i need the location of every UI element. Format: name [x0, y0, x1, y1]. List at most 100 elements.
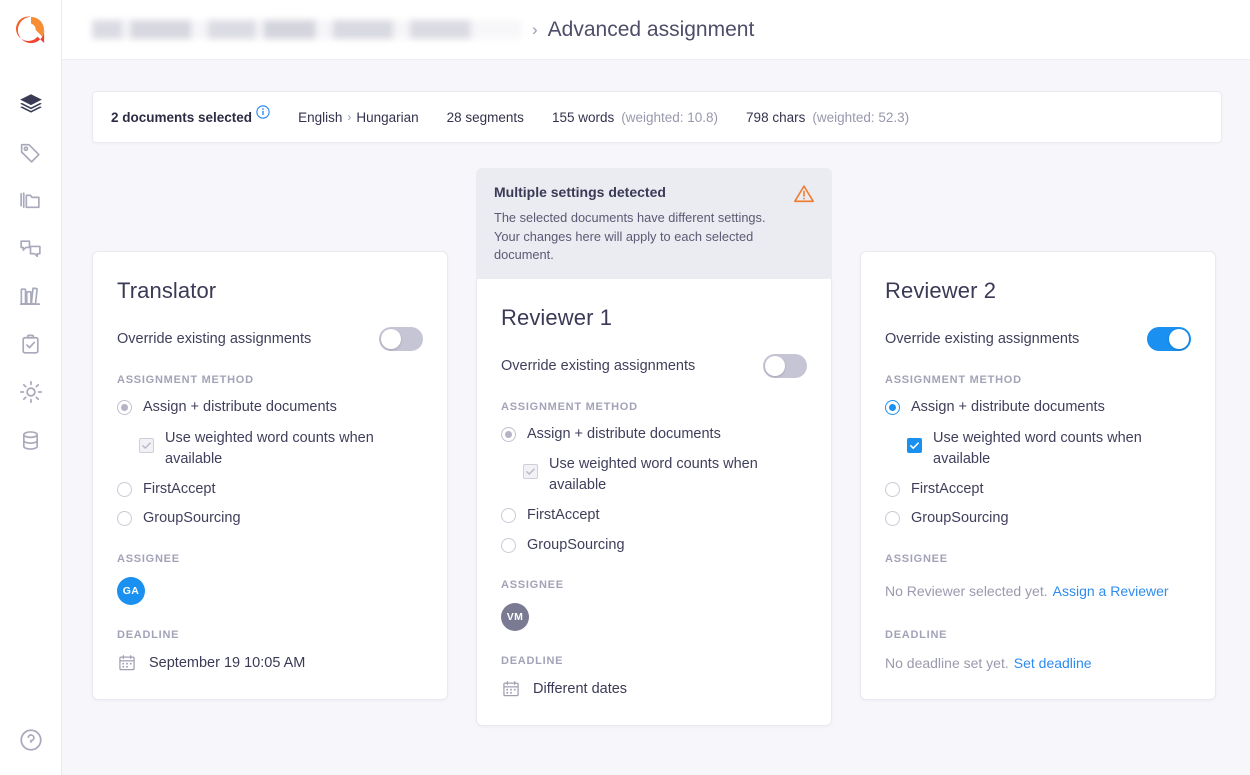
override-toggle[interactable]: [1147, 327, 1191, 351]
radio-first-accept[interactable]: FirstAccept: [117, 480, 423, 500]
assignee-avatar[interactable]: GA: [117, 577, 145, 605]
checkbox-label: Use weighted word counts when available: [549, 454, 764, 496]
sidebar-item-library[interactable]: [0, 272, 62, 320]
column-reviewer-2: Reviewer 2 Override existing assignments…: [860, 251, 1216, 700]
radio-assign-distribute[interactable]: Assign + distribute documents: [501, 425, 807, 445]
app-logo[interactable]: [0, 0, 62, 60]
chat-bubbles-icon: [18, 236, 43, 261]
override-row: Override existing assignments: [117, 324, 423, 354]
checkbox-weighted-counts[interactable]: Use weighted word counts when available: [907, 428, 1191, 470]
radio-indicator: [501, 508, 516, 523]
radio-label: FirstAccept: [527, 506, 600, 526]
assignee-label: ASSIGNEE: [885, 553, 1191, 565]
info-circle-icon[interactable]: [256, 105, 270, 119]
column-translator: Translator Override existing assignments…: [92, 251, 448, 700]
memoq-swirl-logo-icon: [16, 15, 46, 45]
top-bar: › Advanced assignment: [62, 0, 1250, 60]
radio-assign-distribute[interactable]: Assign + distribute documents: [117, 398, 423, 418]
checkbox-weighted-counts[interactable]: Use weighted word counts when available: [523, 454, 807, 496]
sidebar-item-layers[interactable]: [0, 80, 62, 128]
toggle-knob: [1169, 329, 1189, 349]
card-reviewer-1: Reviewer 1 Override existing assignments…: [476, 279, 832, 727]
warning-triangle-glyph: [793, 183, 815, 205]
column-reviewer-1: Multiple settings detected The selected …: [476, 168, 832, 726]
warning-body: The selected documents have different se…: [494, 209, 772, 265]
language-arrow: ›: [342, 110, 356, 124]
override-label: Override existing assignments: [501, 358, 695, 374]
deadline-value: Different dates: [533, 681, 627, 697]
radio-group-sourcing[interactable]: GroupSourcing: [885, 509, 1191, 529]
sidebar-item-chat[interactable]: [0, 224, 62, 272]
calendar-icon: [117, 653, 137, 673]
warning-title: Multiple settings detected: [494, 184, 814, 200]
sidebar-item-database[interactable]: [0, 416, 62, 464]
check-icon: [909, 440, 920, 451]
checkbox-indicator: [907, 438, 922, 453]
radio-indicator: [885, 511, 900, 526]
assign-reviewer-link[interactable]: Assign a Reviewer: [1053, 583, 1169, 599]
assignment-method-label: ASSIGNMENT METHOD: [501, 401, 807, 413]
radio-indicator: [501, 427, 516, 442]
radio-label: GroupSourcing: [911, 509, 1009, 529]
avatar-initials: VM: [507, 611, 524, 623]
target-language: Hungarian: [356, 110, 418, 125]
source-language: English: [298, 110, 342, 125]
document-info-bar: 2 documents selected English › Hungarian…: [92, 91, 1222, 143]
override-toggle[interactable]: [763, 354, 807, 378]
main-area: › Advanced assignment 2 documents select…: [62, 0, 1250, 775]
database-icon: [18, 428, 43, 453]
override-label: Override existing assignments: [117, 331, 311, 347]
check-icon: [525, 466, 536, 477]
card-title: Reviewer 2: [885, 278, 1191, 304]
deadline-row[interactable]: Different dates: [501, 679, 807, 699]
radio-indicator: [885, 482, 900, 497]
deadline-label: DEADLINE: [501, 655, 807, 667]
sidebar-item-tasks[interactable]: [0, 320, 62, 368]
assignee-empty-text: No Reviewer selected yet.: [885, 583, 1048, 599]
info-circle-glyph: [256, 105, 270, 119]
toggle-knob: [765, 356, 785, 376]
app-root: › Advanced assignment 2 documents select…: [0, 0, 1250, 775]
word-count: 155 words: [552, 110, 614, 125]
radio-indicator: [117, 511, 132, 526]
sidebar-item-tag[interactable]: [0, 128, 62, 176]
radio-assign-distribute[interactable]: Assign + distribute documents: [885, 398, 1191, 418]
deadline-empty-row: No deadline set yet. Set deadline: [885, 653, 1191, 673]
segment-count: 28 segments: [447, 110, 524, 125]
checkbox-weighted-counts[interactable]: Use weighted word counts when available: [139, 428, 423, 470]
check-icon: [141, 440, 152, 451]
radio-label: FirstAccept: [911, 480, 984, 500]
override-toggle[interactable]: [379, 327, 423, 351]
assignee-avatar[interactable]: VM: [501, 603, 529, 631]
deadline-empty-text: No deadline set yet.: [885, 655, 1009, 671]
radio-group-sourcing[interactable]: GroupSourcing: [117, 509, 423, 529]
radio-first-accept[interactable]: FirstAccept: [501, 506, 807, 526]
override-row: Override existing assignments: [885, 324, 1191, 354]
radio-label: Assign + distribute documents: [143, 398, 337, 418]
sidebar-item-folders[interactable]: [0, 176, 62, 224]
main-sidebar: [0, 0, 62, 775]
multiple-settings-warning: Multiple settings detected The selected …: [476, 168, 832, 279]
card-reviewer-2: Reviewer 2 Override existing assignments…: [860, 251, 1216, 700]
radio-group-sourcing[interactable]: GroupSourcing: [501, 536, 807, 556]
radio-label: GroupSourcing: [527, 536, 625, 556]
set-deadline-link[interactable]: Set deadline: [1014, 655, 1092, 671]
sidebar-item-settings[interactable]: [0, 368, 62, 416]
radio-indicator: [117, 482, 132, 497]
deadline-label: DEADLINE: [117, 629, 423, 641]
books-icon: [18, 284, 43, 309]
deadline-row[interactable]: September 19 10:05 AM: [117, 653, 423, 673]
avatar-initials: GA: [123, 585, 140, 597]
char-count: 798 chars: [746, 110, 805, 125]
radio-label: Assign + distribute documents: [527, 425, 721, 445]
radio-first-accept[interactable]: FirstAccept: [885, 480, 1191, 500]
gear-icon: [18, 379, 44, 405]
breadcrumb-project-redacted[interactable]: [92, 20, 522, 39]
deadline-label: DEADLINE: [885, 629, 1191, 641]
radio-indicator: [117, 400, 132, 415]
calendar-icon: [501, 679, 521, 699]
radio-label: GroupSourcing: [143, 509, 241, 529]
sidebar-item-help[interactable]: [0, 727, 62, 775]
assignment-method-label: ASSIGNMENT METHOD: [885, 374, 1191, 386]
deadline-value: September 19 10:05 AM: [149, 655, 305, 671]
